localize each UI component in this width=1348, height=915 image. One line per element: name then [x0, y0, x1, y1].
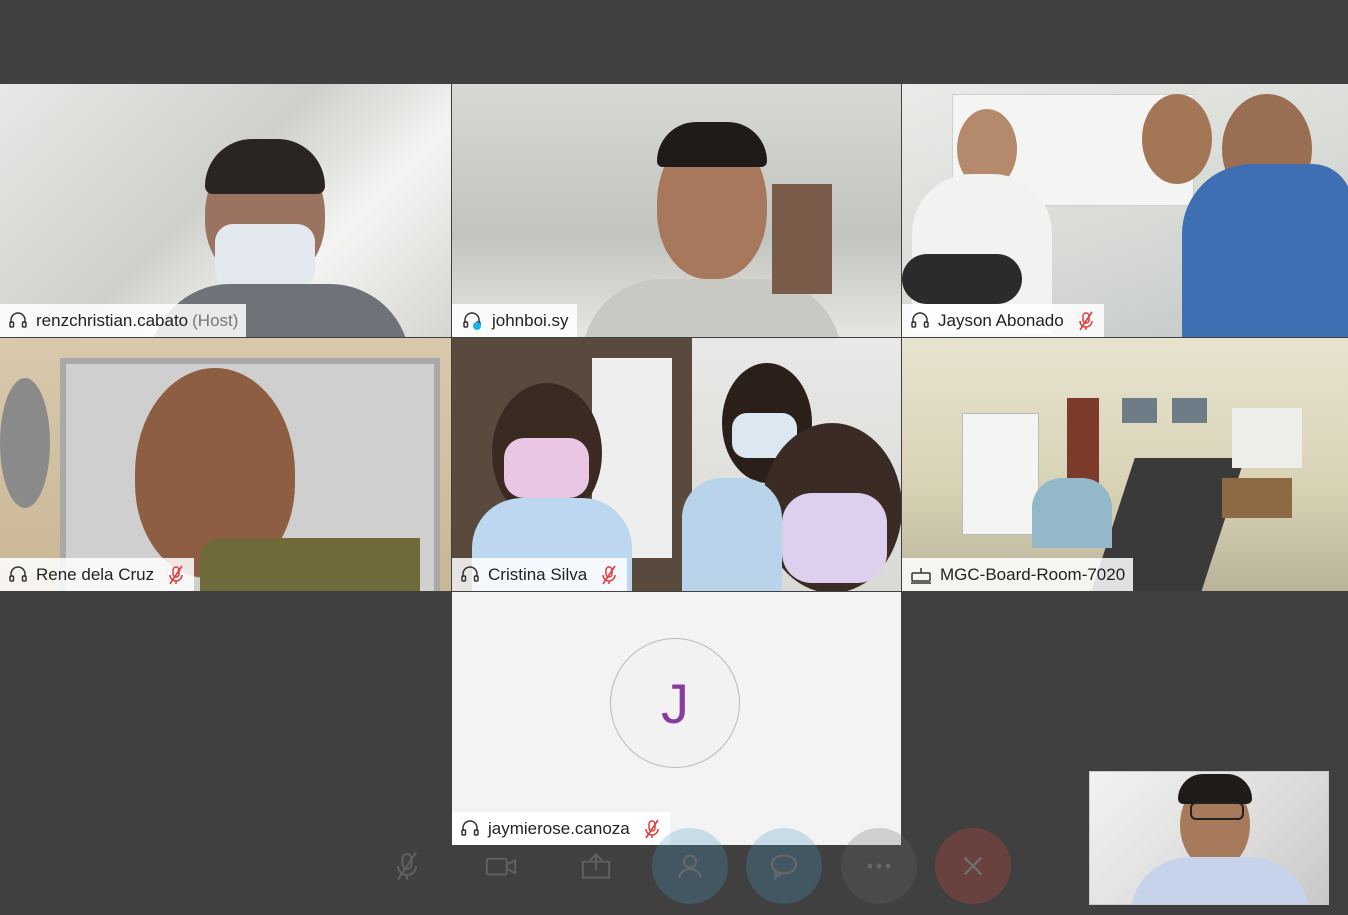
host-badge: (Host)	[192, 310, 239, 330]
self-video	[1090, 772, 1328, 904]
end-call-icon	[963, 856, 983, 876]
participant-video	[0, 338, 451, 591]
participant-label: Rene dela Cruz	[0, 558, 195, 591]
room-device-icon	[910, 565, 932, 585]
participant-name: MGC-Board-Room-7020	[940, 564, 1126, 584]
mic-muted-icon	[1076, 311, 1096, 331]
self-view[interactable]	[1089, 771, 1329, 905]
chat-button[interactable]	[746, 828, 823, 904]
video-tile-jaymierose[interactable]: J jaymierose.canoza	[452, 592, 901, 845]
video-tile-jayson[interactable]: Jayson Abonado	[902, 84, 1348, 337]
participant-label: Jayson Abonado	[902, 304, 1104, 337]
participant-name: renzchristian.cabato	[36, 310, 189, 330]
participant-label: MGC-Board-Room-7020	[902, 558, 1134, 591]
participant-label: Cristina Silva	[452, 558, 628, 591]
headset-icon	[8, 565, 28, 585]
mute-button[interactable]	[369, 828, 445, 904]
headset-speaking-icon	[460, 311, 481, 330]
video-tile-johnboi[interactable]: johnboi.sy	[452, 84, 901, 337]
chat-icon	[771, 854, 798, 881]
more-button[interactable]	[840, 828, 917, 904]
end-call-button[interactable]	[934, 828, 1011, 904]
participant-video	[452, 338, 901, 591]
share-icon	[581, 852, 610, 879]
avatar-initial: J	[661, 671, 689, 735]
mic-muted-icon	[599, 565, 619, 585]
participant-name: Jayson Abonado	[938, 310, 1064, 330]
video-tile-rene[interactable]: Rene dela Cruz	[0, 338, 451, 591]
share-button[interactable]	[558, 828, 634, 904]
video-tile-renzchristian[interactable]: renzchristian.cabato (Host)	[0, 84, 451, 337]
participant-label: renzchristian.cabato (Host)	[0, 304, 247, 337]
participants-icon	[678, 854, 702, 879]
video-button[interactable]	[463, 828, 539, 904]
avatar: J	[610, 638, 740, 768]
participants-button[interactable]	[651, 828, 728, 904]
mute-icon	[397, 851, 418, 881]
headset-icon	[460, 565, 480, 585]
participant-video	[0, 84, 451, 337]
headset-icon	[910, 311, 930, 331]
participant-video	[902, 338, 1348, 591]
mic-muted-icon	[166, 565, 186, 585]
headset-icon	[8, 311, 28, 331]
call-controls	[360, 826, 1020, 906]
video-tile-boardroom[interactable]: MGC-Board-Room-7020	[902, 338, 1348, 591]
more-icon	[867, 863, 890, 869]
participant-name: Cristina Silva	[488, 564, 588, 584]
video-tile-cristina[interactable]: Cristina Silva	[452, 338, 901, 591]
participant-name: johnboi.sy	[492, 310, 569, 330]
participant-video	[902, 84, 1348, 337]
participant-name: Rene dela Cruz	[36, 564, 155, 584]
participant-label: johnboi.sy	[452, 304, 577, 337]
participant-video	[452, 84, 901, 337]
video-icon	[486, 857, 517, 876]
